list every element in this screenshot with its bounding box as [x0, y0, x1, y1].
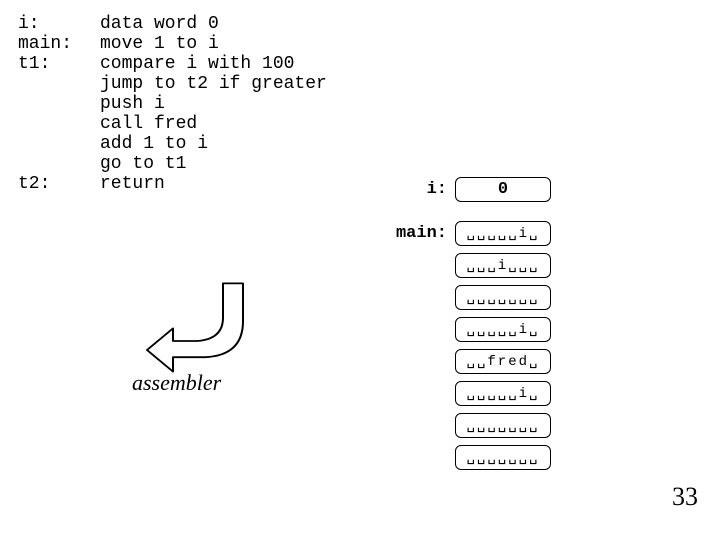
memory-row: ␣␣␣␣␣␣␣ [395, 411, 551, 439]
code-instr: go to t1 [100, 154, 186, 174]
code-label [18, 114, 100, 134]
memory-diagram: i: 0 main: ␣␣␣␣␣i␣ ␣␣␣i␣␣␣ ␣␣␣␣␣␣␣ ␣␣␣␣␣… [395, 175, 551, 475]
memory-cell: ␣␣␣␣␣i␣ [455, 317, 551, 342]
code-instr: return [100, 174, 165, 194]
code-instr: data word 0 [100, 14, 219, 34]
code-label [18, 74, 100, 94]
code-instr: push i [100, 94, 165, 114]
memory-row: i: 0 [395, 175, 551, 203]
code-label: t1: [18, 54, 100, 74]
code-label: main: [18, 34, 100, 54]
memory-row: main: ␣␣␣␣␣i␣ [395, 219, 551, 247]
memory-cell: ␣␣␣␣␣i␣ [455, 221, 551, 246]
memory-row: ␣␣␣␣␣i␣ [395, 379, 551, 407]
memory-row: ␣␣␣␣␣i␣ [395, 315, 551, 343]
memory-label: i: [395, 180, 455, 199]
code-label [18, 154, 100, 174]
code-label [18, 134, 100, 154]
code-label [18, 94, 100, 114]
code-label: t2: [18, 174, 100, 194]
code-instr: jump to t2 if greater [100, 74, 327, 94]
memory-cell: ␣␣fred␣ [455, 349, 551, 374]
code-instr: compare i with 100 [100, 54, 294, 74]
memory-cell: ␣␣␣␣␣␣␣ [455, 445, 551, 470]
page-number: 33 [672, 482, 698, 512]
memory-cell: ␣␣␣␣␣␣␣ [455, 413, 551, 438]
code-instr: add 1 to i [100, 134, 208, 154]
assembly-code-listing: i:data word 0 main:move 1 to i t1:compar… [18, 14, 327, 194]
memory-cell: ␣␣␣␣␣␣␣ [455, 285, 551, 310]
memory-cell: 0 [455, 177, 551, 202]
memory-spacer [395, 207, 551, 219]
memory-row: ␣␣␣␣␣␣␣ [395, 443, 551, 471]
code-label: i: [18, 14, 100, 34]
memory-cell: ␣␣␣i␣␣␣ [455, 253, 551, 278]
memory-cell: ␣␣␣␣␣i␣ [455, 381, 551, 406]
code-instr: call fred [100, 114, 197, 134]
memory-row: ␣␣␣i␣␣␣ [395, 251, 551, 279]
memory-row: ␣␣fred␣ [395, 347, 551, 375]
code-instr: move 1 to i [100, 34, 219, 54]
assembler-caption: assembler [132, 370, 221, 396]
memory-row: ␣␣␣␣␣␣␣ [395, 283, 551, 311]
memory-label: main: [395, 224, 455, 243]
assembler-arrow [145, 278, 285, 384]
